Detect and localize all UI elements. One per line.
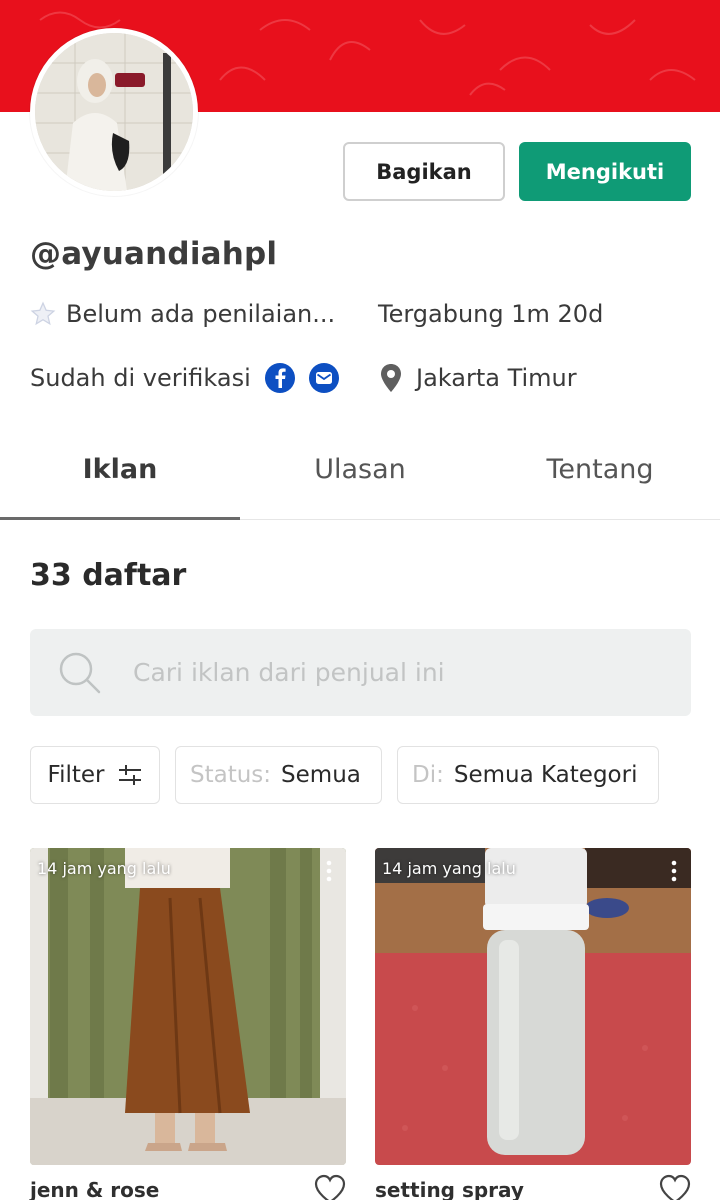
filter-label: Filter — [47, 762, 105, 788]
tab-iklan[interactable]: Iklan — [0, 430, 240, 520]
heart-icon[interactable] — [314, 1174, 346, 1200]
rating-text: Belum ada penilaian... — [66, 300, 336, 328]
listing-image[interactable]: 14 jam yang lalu — [30, 848, 346, 1165]
search-bar[interactable] — [30, 629, 691, 716]
profile-tabs: Iklan Ulasan Tentang — [0, 430, 720, 520]
status-value: Semua — [281, 762, 361, 788]
star-icon — [30, 301, 56, 326]
listing-count: 33 daftar — [30, 558, 187, 593]
tab-tentang[interactable]: Tentang — [480, 430, 720, 519]
category-value: Semua Kategori — [453, 762, 638, 788]
joined-text: Tergabung 1m 20d — [378, 300, 604, 328]
joined-info: Tergabung 1m 20d — [378, 300, 603, 328]
avatar-photo — [35, 33, 193, 191]
category-label: Di: — [412, 762, 444, 788]
search-input[interactable] — [133, 658, 653, 687]
listing-title[interactable]: setting spray — [375, 1178, 524, 1200]
more-options-icon[interactable] — [326, 860, 332, 882]
category-filter[interactable]: Di: Semua Kategori — [397, 746, 659, 804]
username: @ayuandiahpl — [30, 236, 278, 272]
status-filter[interactable]: Status: Semua — [175, 746, 382, 804]
rating-info: Belum ada penilaian... — [30, 300, 335, 328]
listing-card[interactable]: 14 jam yang lalu setting spray — [375, 848, 691, 1200]
listing-card[interactable]: 14 jam yang lalu jenn & rose — [30, 848, 346, 1200]
location-pin-icon — [381, 364, 401, 392]
tab-ulasan[interactable]: Ulasan — [240, 430, 480, 519]
facebook-icon — [264, 363, 295, 393]
listing-time: 14 jam yang lalu — [382, 859, 516, 878]
listing-time: 14 jam yang lalu — [37, 859, 171, 878]
heart-icon[interactable] — [659, 1174, 691, 1200]
follow-button[interactable]: Mengikuti — [519, 142, 691, 201]
verified-info: Sudah di verifikasi — [30, 363, 339, 393]
email-icon — [308, 363, 339, 393]
skirt-photo — [30, 848, 346, 1165]
listing-title[interactable]: jenn & rose — [30, 1178, 159, 1200]
verified-text: Sudah di verifikasi — [30, 364, 251, 392]
location-text: Jakarta Timur — [416, 364, 577, 392]
location-info: Jakarta Timur — [378, 363, 577, 393]
share-button[interactable]: Bagikan — [343, 142, 505, 201]
avatar[interactable] — [30, 28, 198, 196]
filter-button[interactable]: Filter — [30, 746, 160, 804]
more-options-icon[interactable] — [671, 860, 677, 882]
status-label: Status: — [190, 762, 272, 788]
sliders-icon — [119, 765, 142, 785]
spray-bottle-photo — [375, 848, 691, 1165]
search-icon — [59, 652, 101, 693]
listing-image[interactable]: 14 jam yang lalu — [375, 848, 691, 1165]
